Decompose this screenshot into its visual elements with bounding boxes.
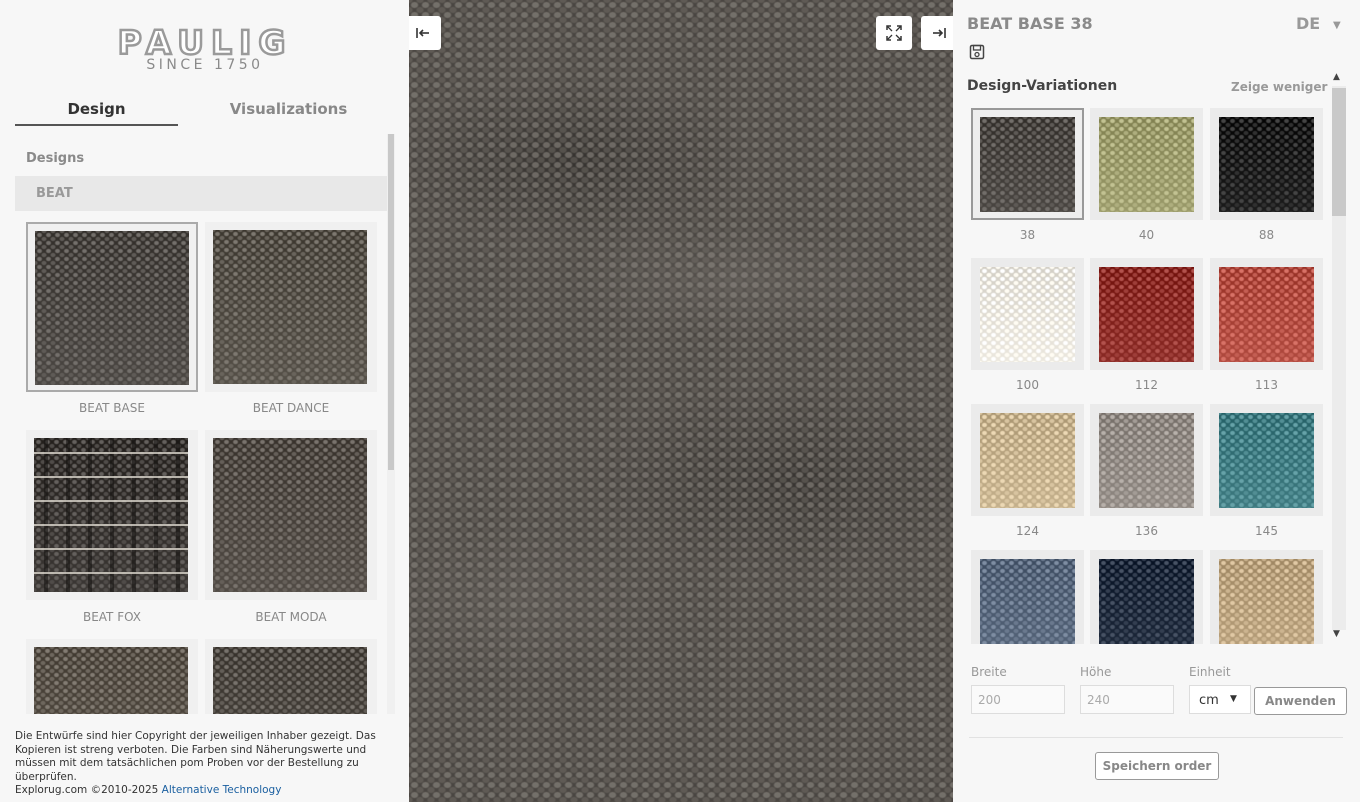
width-label: Breite [971, 665, 1007, 679]
scrollbar-thumb[interactable] [388, 134, 394, 470]
chevron-down-icon[interactable]: ▼ [1333, 20, 1341, 31]
rug-preview[interactable] [409, 0, 953, 802]
scroll-up-icon[interactable]: ▲ [1333, 72, 1340, 82]
design-card-beat-fox[interactable] [26, 430, 198, 600]
width-field[interactable]: 200 [971, 685, 1065, 714]
design-list: Designs BEAT BEAT BASE BEAT DANCE BEAT F… [15, 134, 397, 714]
unit-label: Einheit [1189, 665, 1231, 679]
variation-label: 88 [1258, 228, 1275, 242]
design-thumbnail [34, 438, 188, 592]
design-card-beat-base[interactable] [26, 222, 198, 392]
variation-swatch [980, 117, 1075, 212]
variation-card-88[interactable] [1210, 108, 1323, 220]
variation-label: 145 [1255, 524, 1278, 538]
right-panel: BEAT BASE 38 DE ▼ Design-Variationen Zei… [953, 0, 1360, 802]
language-selector[interactable]: DE [1296, 14, 1320, 33]
tab-design[interactable]: Design [15, 96, 178, 126]
design-thumbnail [213, 647, 367, 714]
expand-right-icon [933, 28, 946, 38]
apply-button[interactable]: Anwenden [1254, 687, 1347, 715]
variation-swatch [1219, 117, 1314, 212]
collapse-left-icon [416, 28, 429, 38]
variation-swatch [980, 559, 1075, 644]
variation-card[interactable] [1210, 550, 1323, 644]
variation-swatch [1219, 559, 1314, 644]
design-title: BEAT BASE 38 [967, 14, 1093, 33]
size-form: Breite 200 Höhe 240 Einheit cm ▼ Anwende… [967, 660, 1352, 720]
alternative-technology-link[interactable]: Alternative Technology [162, 784, 282, 796]
designs-heading: Designs [26, 151, 85, 166]
height-label: Höhe [1080, 665, 1112, 679]
variations-title: Design-Variationen [967, 78, 1118, 94]
variation-swatch [980, 267, 1075, 362]
variation-label: 100 [1016, 378, 1039, 392]
variation-label: 40 [1138, 228, 1155, 242]
variation-swatch [1219, 267, 1314, 362]
variation-card-136[interactable] [1090, 404, 1203, 516]
design-thumbnail [213, 438, 367, 592]
variation-swatch [1099, 267, 1194, 362]
scrollbar-thumb[interactable] [1332, 88, 1346, 216]
collapse-left-button[interactable] [409, 16, 441, 50]
copyright-site: Explorug.com ©2010-2025 [15, 784, 159, 796]
save-order-button[interactable]: Speichern order [1095, 752, 1219, 780]
design-label: BEAT BASE [79, 401, 145, 415]
panel-tabs: Design Visualizations [15, 96, 375, 128]
variation-swatch [980, 413, 1075, 508]
design-label: BEAT FOX [82, 610, 142, 624]
logo-wordmark: PAULIG [116, 23, 293, 62]
variation-card-112[interactable] [1090, 258, 1203, 370]
variation-card[interactable] [1090, 550, 1203, 644]
copyright-text: Die Entwürfe sind hier Copyright der jew… [15, 730, 376, 783]
fullscreen-icon [886, 25, 902, 41]
expand-right-button[interactable] [921, 16, 953, 50]
logo-since: SINCE 1750 [146, 57, 264, 73]
fullscreen-button[interactable] [876, 16, 912, 50]
variation-card-38[interactable] [971, 108, 1084, 220]
height-field[interactable]: 240 [1080, 685, 1174, 714]
design-card-beat-moda[interactable] [205, 430, 377, 600]
variation-label: 124 [1016, 524, 1039, 538]
copyright-notice: Die Entwürfe sind hier Copyright der jew… [15, 730, 399, 798]
variation-card-145[interactable] [1210, 404, 1323, 516]
variation-card-40[interactable] [1090, 108, 1203, 220]
variation-label: 136 [1135, 524, 1158, 538]
variation-swatch [1099, 559, 1194, 644]
variation-swatch [1219, 413, 1314, 508]
variation-card-124[interactable] [971, 404, 1084, 516]
brand-logo: PAULIG SINCE 1750 [105, 23, 305, 74]
variation-card[interactable] [971, 550, 1084, 644]
design-label: BEAT DANCE [252, 401, 330, 415]
design-thumbnail [34, 647, 188, 714]
unit-select[interactable]: cm ▼ [1189, 685, 1251, 714]
show-less-link[interactable]: Zeige weniger [1231, 80, 1327, 94]
variation-card-100[interactable] [971, 258, 1084, 370]
chevron-down-icon: ▼ [1230, 694, 1237, 704]
variation-card-113[interactable] [1210, 258, 1323, 370]
design-card[interactable] [205, 639, 377, 714]
design-label: BEAT MODA [255, 610, 327, 624]
variation-label: 113 [1255, 378, 1278, 392]
variation-swatch [1099, 413, 1194, 508]
variations-scrollbar[interactable]: ▲ ▼ [1330, 72, 1346, 644]
unit-value: cm [1199, 693, 1219, 708]
design-group-beat[interactable]: BEAT [15, 176, 387, 211]
left-panel: PAULIG SINCE 1750 Design Visualizations … [0, 0, 409, 802]
variation-label: 112 [1135, 378, 1158, 392]
design-thumbnail [35, 231, 189, 385]
variations-grid: 38 40 88 100 112 113 124 136 145 [967, 104, 1327, 644]
tab-visualizations[interactable]: Visualizations [210, 96, 367, 126]
design-thumbnail [213, 230, 367, 384]
variation-swatch [1099, 117, 1194, 212]
scroll-down-icon[interactable]: ▼ [1333, 629, 1340, 639]
save-icon[interactable] [969, 44, 985, 60]
design-card[interactable] [26, 639, 198, 714]
divider [969, 737, 1343, 738]
design-list-scrollbar[interactable] [387, 134, 395, 714]
variation-label: 38 [1019, 228, 1036, 242]
design-card-beat-dance[interactable] [205, 222, 377, 392]
